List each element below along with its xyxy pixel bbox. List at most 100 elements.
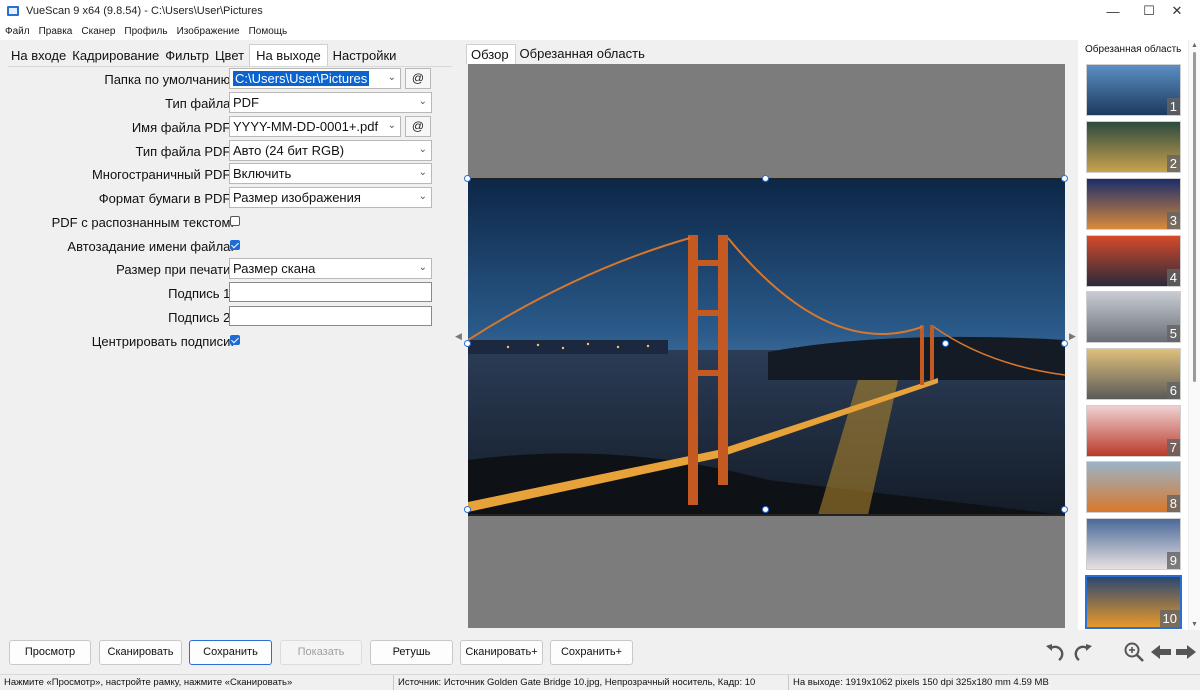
chevron-down-icon: ⌄: [418, 191, 427, 202]
crop-frame-bottom[interactable]: [468, 514, 1065, 516]
folder-at-button[interactable]: @: [405, 68, 431, 89]
tab-input[interactable]: На входе: [8, 44, 69, 66]
auto-file-name-checkbox[interactable]: [230, 240, 240, 250]
caption1-label: Подпись 1:: [168, 286, 234, 301]
file-type-label: Тип файла:: [165, 96, 234, 111]
thumbnail-item[interactable]: 3: [1086, 178, 1181, 230]
thumbnail-item[interactable]: 4: [1086, 235, 1181, 287]
title-bar: VueScan 9 x64 (9.8.54) - C:\Users\User\P…: [0, 0, 1200, 22]
status-bar: Нажмите «Просмотр», настройте рамку, наж…: [0, 674, 1200, 690]
default-folder-combo[interactable]: C:\Users\User\Pictures ⌄: [229, 68, 401, 89]
status-source: Источник: Источник Golden Gate Bridge 10…: [398, 677, 756, 688]
crop-handle[interactable]: [762, 175, 769, 182]
status-divider: [788, 675, 789, 690]
row-pdf-ocr: PDF с распознанным текстом:: [8, 211, 452, 233]
thumbnail-number: 7: [1166, 439, 1180, 456]
tab-color[interactable]: Цвет: [212, 44, 247, 66]
crop-handle[interactable]: [1061, 175, 1068, 182]
caption2-input[interactable]: [229, 306, 432, 326]
previous-arrow-icon[interactable]: [1149, 640, 1173, 664]
center-captions-label: Центрировать подписи:: [91, 334, 234, 349]
pdf-file-type-combo[interactable]: Авто (24 бит RGB) ⌄: [229, 140, 432, 161]
window-title: VueScan 9 x64 (9.8.54) - C:\Users\User\P…: [26, 5, 263, 17]
thumbnail-item[interactable]: 8: [1086, 461, 1181, 513]
thumbnail-number: 8: [1166, 495, 1180, 512]
thumbnail-number: 9: [1166, 552, 1180, 569]
show-button[interactable]: Показать: [280, 640, 362, 665]
crop-handle[interactable]: [1061, 340, 1068, 347]
thumbnail-number: 10: [1159, 610, 1180, 627]
scan-button[interactable]: Сканировать: [99, 640, 182, 665]
thumbnail-item[interactable]: 10: [1085, 575, 1182, 629]
tab-prefs[interactable]: Настройки: [330, 44, 400, 66]
row-default-folder: Папка по умолчанию: C:\Users\User\Pictur…: [8, 68, 452, 90]
chevron-down-icon: ⌄: [418, 167, 427, 178]
pdf-ocr-checkbox[interactable]: [230, 216, 240, 226]
next-arrow-icon[interactable]: [1174, 640, 1198, 664]
tab-filter[interactable]: Фильтр: [162, 44, 212, 66]
menu-bar: Файл Правка Сканер Профиль Изображение П…: [0, 22, 1200, 40]
tab-output[interactable]: На выходе: [249, 44, 328, 66]
save-plus-button[interactable]: Сохранить+: [550, 640, 633, 665]
row-auto-file-name: Автозадание имени файла:: [8, 235, 452, 257]
row-center-captions: Центрировать подписи:: [8, 330, 452, 352]
collapse-right-arrow-icon[interactable]: ▶: [1069, 331, 1076, 342]
preview-area[interactable]: [464, 64, 1068, 628]
tab-cropped-area[interactable]: Обрезанная область: [516, 44, 651, 64]
thumbnail-item[interactable]: 2: [1086, 121, 1181, 173]
collapse-left-arrow-icon[interactable]: ◀: [455, 331, 462, 342]
scroll-down-icon[interactable]: ▼: [1191, 621, 1198, 628]
menu-edit[interactable]: Правка: [39, 26, 73, 37]
tab-overview[interactable]: Обзор: [466, 44, 516, 64]
menu-image[interactable]: Изображение: [177, 26, 240, 37]
menu-file[interactable]: Файл: [5, 26, 30, 37]
zoom-in-icon[interactable]: [1122, 640, 1146, 664]
thumbnail-number: 3: [1166, 212, 1180, 229]
file-type-combo[interactable]: PDF ⌄: [229, 92, 432, 113]
chevron-down-icon: ⌄: [387, 72, 396, 83]
row-multipage-pdf: Многостраничный PDF: Включить ⌄: [8, 163, 452, 185]
crop-handle[interactable]: [464, 340, 471, 347]
row-pdf-file-type: Тип файла PDF: Авто (24 бит RGB) ⌄: [8, 140, 452, 162]
crop-handle[interactable]: [464, 506, 471, 513]
rotate-right-icon[interactable]: [1071, 640, 1095, 664]
menu-scanner[interactable]: Сканер: [81, 26, 115, 37]
scan-plus-button[interactable]: Сканировать+: [460, 640, 543, 665]
crop-handle[interactable]: [762, 506, 769, 513]
crop-handle[interactable]: [942, 340, 949, 347]
crop-handle[interactable]: [464, 175, 471, 182]
preview-button[interactable]: Просмотр: [9, 640, 91, 665]
caption1-input[interactable]: [229, 282, 432, 302]
print-size-label: Размер при печати:: [116, 262, 234, 277]
rotate-left-icon[interactable]: [1043, 640, 1067, 664]
default-folder-label: Папка по умолчанию:: [104, 72, 234, 87]
crop-handle[interactable]: [1061, 506, 1068, 513]
status-hint: Нажмите «Просмотр», настройте рамку, наж…: [4, 677, 293, 688]
save-button[interactable]: Сохранить: [189, 640, 272, 665]
thumbnail-number: 1: [1166, 98, 1180, 115]
thumbnail-number: 4: [1166, 269, 1180, 286]
file-type-value: PDF: [233, 95, 259, 110]
thumbnail-item[interactable]: 9: [1086, 518, 1181, 570]
pdf-paper-format-combo[interactable]: Размер изображения ⌄: [229, 187, 432, 208]
scrollbar-thumb[interactable]: [1193, 52, 1196, 382]
scroll-up-icon[interactable]: ▲: [1191, 42, 1198, 49]
thumbnail-item[interactable]: 6: [1086, 348, 1181, 400]
close-button[interactable]: ✕: [1154, 0, 1200, 22]
thumbnail-scrollbar[interactable]: ▲ ▼: [1189, 40, 1200, 630]
thumbnail-item[interactable]: 5: [1086, 291, 1181, 343]
cropped-area-panel: Обрезанная область 1 2 3 4 5 6 7 8 9 10: [1078, 40, 1188, 630]
multipage-pdf-combo[interactable]: Включить ⌄: [229, 163, 432, 184]
print-size-combo[interactable]: Размер скана ⌄: [229, 258, 432, 279]
thumbnail-item[interactable]: 1: [1086, 64, 1181, 116]
menu-help[interactable]: Помощь: [249, 26, 288, 37]
filename-at-button[interactable]: @: [405, 116, 431, 137]
chevron-down-icon: ⌄: [418, 96, 427, 107]
tab-crop[interactable]: Кадрирование: [69, 44, 162, 66]
thumbnail-item[interactable]: 7: [1086, 405, 1181, 457]
center-captions-checkbox[interactable]: [230, 335, 240, 345]
menu-profile[interactable]: Профиль: [124, 26, 167, 37]
retouch-button[interactable]: Ретушь: [370, 640, 453, 665]
pdf-paper-format-value: Размер изображения: [233, 190, 361, 205]
pdf-file-name-combo[interactable]: YYYY-MM-DD-0001+.pdf ⌄: [229, 116, 401, 137]
